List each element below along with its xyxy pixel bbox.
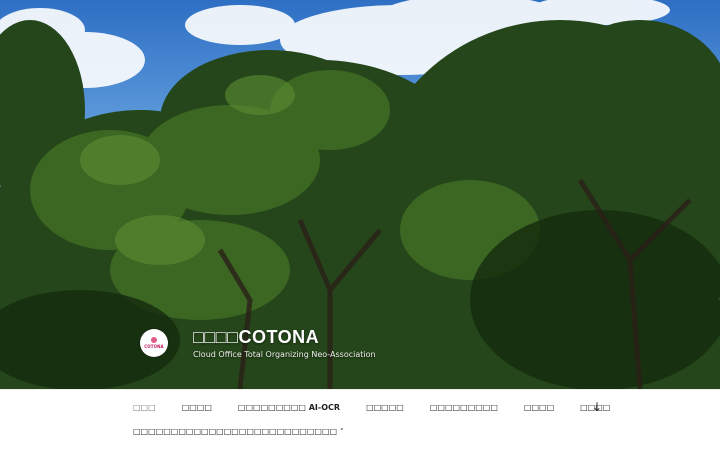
nav-item-home[interactable]: □□□ xyxy=(133,403,156,412)
flower-icon xyxy=(151,336,157,343)
nav-item-6[interactable]: □□□□ xyxy=(524,403,554,412)
nav-submenu-label: □□□□□□□□□□□□□□□□□□□□□□□□□□□ xyxy=(133,427,338,436)
site-description: Cloud Office Total Organizing Neo-Associ… xyxy=(193,350,376,359)
main-navigation: □□□ □□□□ □□□□□□□□□ AI-OCR □□□□□ □□□□□□□□… xyxy=(0,389,720,451)
logo-text: COTONA xyxy=(144,343,164,349)
nav-item-5[interactable]: □□□□□□□□□ xyxy=(430,403,498,412)
nav-item-ai-ocr[interactable]: □□□□□□□□□ AI-OCR xyxy=(238,403,340,412)
site-title[interactable]: □□□□COTONA xyxy=(193,326,376,348)
site-branding: COTONA □□□□COTONA Cloud Office Total Org… xyxy=(140,326,376,359)
nav-menu-row-2: □□□□□□□□□□□□□□□□□□□□□□□□□□□ ˅ xyxy=(133,427,370,436)
nav-item-2[interactable]: □□□□ xyxy=(182,403,212,412)
header-hero-image: COTONA □□□□COTONA Cloud Office Total Org… xyxy=(0,0,720,389)
nav-item-submenu[interactable]: □□□□□□□□□□□□□□□□□□□□□□□□□□□ ˅ xyxy=(133,427,344,436)
chevron-down-icon: ˅ xyxy=(340,428,344,436)
nav-menu-row: □□□ □□□□ □□□□□□□□□ AI-OCR □□□□□ □□□□□□□□… xyxy=(133,403,636,412)
site-logo[interactable]: COTONA xyxy=(140,328,168,357)
scroll-down-arrow-icon[interactable]: ↓ xyxy=(592,400,602,414)
nav-item-4[interactable]: □□□□□ xyxy=(366,403,404,412)
